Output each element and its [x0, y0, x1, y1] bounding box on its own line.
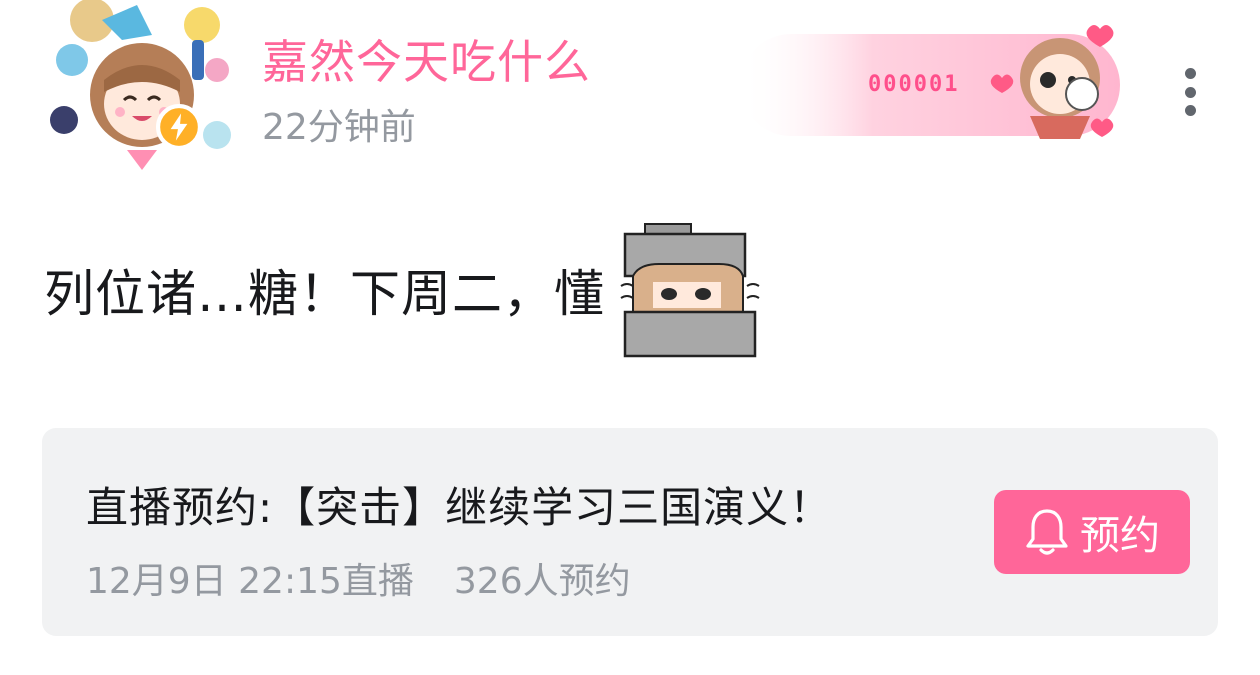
reserve-button-label: 预约	[1080, 513, 1160, 559]
more-button[interactable]	[1170, 62, 1210, 122]
more-vertical-icon	[1184, 68, 1196, 79]
username[interactable]: 嘉然今天吃什么	[262, 26, 591, 92]
live-reservation-card[interactable]: 直播预约:【突击】继续学习三国演义！ 12月9日 22:15直播 326人预约 预…	[42, 428, 1218, 636]
reservation-meta: 12月9日 22:15直播 326人预约	[86, 552, 631, 604]
reservation-date: 12月9日 22:15直播	[86, 561, 414, 602]
reservation-title: 直播预约:【突击】继续学习三国演义！	[86, 483, 833, 532]
more-dot	[1184, 86, 1196, 98]
post-content: 列位诸…糖！下周二，懂	[44, 220, 767, 360]
lightning-icon	[156, 104, 202, 150]
emote-sticker	[619, 220, 767, 360]
fan-badge-number: 000001	[868, 72, 960, 97]
reserve-button[interactable]: 预约	[994, 490, 1190, 574]
reservation-count: 326人预约	[453, 561, 631, 602]
more-dot	[1184, 105, 1196, 116]
dynamic-post: 嘉然今天吃什么 22分钟前 000001 列位诸…糖！下周二，懂 直播预约:【突…	[0, 0, 1260, 675]
bell-icon	[1024, 507, 1070, 557]
post-text: 列位诸…糖！下周二，懂	[44, 265, 605, 323]
avatar[interactable]	[42, 0, 242, 180]
post-time: 22分钟前	[262, 107, 416, 148]
